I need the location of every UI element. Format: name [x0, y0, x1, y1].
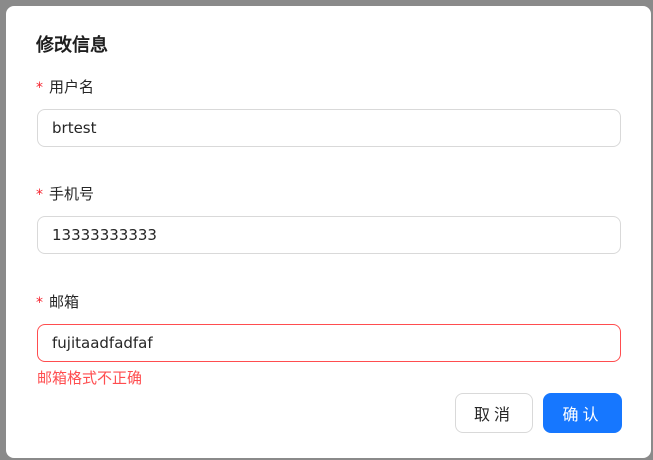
edit-info-dialog: 修改信息 * 用户名 * 手机号 * 邮箱 邮箱格式不正确 取消 确认 [6, 6, 651, 458]
email-label: * 邮箱 [36, 292, 79, 313]
phone-label: * 手机号 [36, 184, 94, 205]
required-mark: * [36, 187, 43, 203]
required-mark: * [36, 80, 43, 96]
username-label: * 用户名 [36, 77, 94, 98]
cancel-button[interactable]: 取消 [455, 393, 533, 433]
email-label-text: 邮箱 [49, 293, 80, 311]
email-input[interactable] [37, 324, 621, 362]
username-label-text: 用户名 [49, 78, 95, 96]
confirm-button[interactable]: 确认 [543, 393, 622, 433]
phone-input[interactable] [37, 216, 621, 254]
email-error-message: 邮箱格式不正确 [37, 369, 143, 387]
dialog-title: 修改信息 [36, 35, 108, 56]
username-input[interactable] [37, 109, 621, 147]
phone-label-text: 手机号 [49, 185, 95, 203]
required-mark: * [36, 295, 43, 311]
